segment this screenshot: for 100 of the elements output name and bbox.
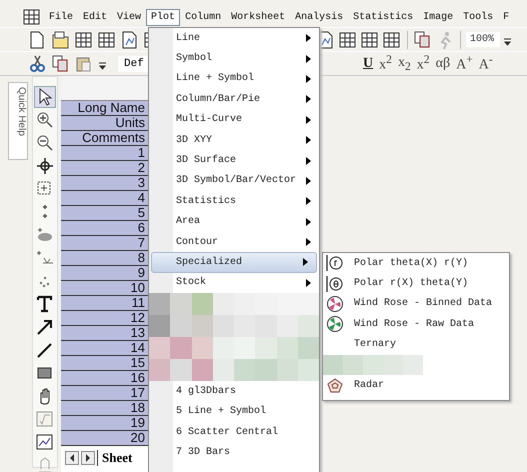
row-header: 7 xyxy=(61,236,151,251)
submenu-arrow-icon[interactable] xyxy=(306,136,311,144)
menu-item[interactable]: Tools xyxy=(458,8,498,26)
format-button[interactable]: A$^{+}$ xyxy=(456,53,473,74)
menu-item[interactable]: Plot xyxy=(146,8,180,26)
menu-item[interactable]: Statistics xyxy=(149,191,319,212)
row-header: Long Name xyxy=(61,101,151,116)
submenu-arrow-icon[interactable] xyxy=(306,176,311,185)
row-header: Comments xyxy=(61,131,151,146)
menu-item[interactable]: Specialized xyxy=(151,252,317,273)
polar-icon[interactable] xyxy=(326,274,344,293)
menu-item[interactable]: Edit xyxy=(78,8,112,26)
menu-item[interactable]: Column xyxy=(180,8,226,26)
row-header: 20 xyxy=(61,431,151,446)
row-header: 17 xyxy=(61,386,151,401)
zoom-box[interactable]: 100% xyxy=(466,32,500,47)
submenu-arrow-icon[interactable] xyxy=(306,156,311,165)
scroll-left-icon[interactable] xyxy=(65,451,79,465)
menu-item[interactable]: Polar r(X) theta(Y) xyxy=(323,273,509,294)
menu-item[interactable]: 6 Scatter Central xyxy=(149,422,319,442)
submenu-arrow-icon[interactable] xyxy=(306,95,311,104)
menu-item[interactable]: Stock xyxy=(149,272,319,294)
submenu-arrow-icon[interactable] xyxy=(303,258,308,266)
menu-item[interactable]: Radar xyxy=(323,375,509,396)
menu-item[interactable]: Multi-Curve xyxy=(149,110,319,130)
submenu-arrow-icon[interactable] xyxy=(306,218,311,226)
submenu-arrow-icon[interactable] xyxy=(306,278,311,287)
format-button[interactable]: x$^{2}$ xyxy=(416,53,430,74)
row-header: 18 xyxy=(61,401,151,416)
menu-item[interactable]: Column/Bar/Pie xyxy=(149,89,319,110)
submenu-arrow-icon[interactable] xyxy=(306,116,311,124)
row-header: 13 xyxy=(61,326,151,341)
grid-icon[interactable] xyxy=(338,30,358,50)
menu-item[interactable]: 3D Surface xyxy=(149,150,319,171)
menu-item[interactable]: View xyxy=(112,8,146,26)
arrow-icon[interactable] xyxy=(35,317,55,337)
row-header: Units xyxy=(61,116,151,131)
menu-item[interactable]: Image xyxy=(418,8,458,26)
row-header: 10 xyxy=(61,281,151,296)
menu-item[interactable]: Wind Rose - Binned Data xyxy=(323,294,509,314)
row-header: 9 xyxy=(61,266,151,281)
submenu-arrow-icon[interactable] xyxy=(306,238,311,246)
wind-rose-icon[interactable] xyxy=(326,294,344,313)
row-header: 19 xyxy=(61,416,151,431)
menu-item[interactable]: File xyxy=(44,8,78,26)
grid-icon[interactable] xyxy=(74,30,94,50)
submenu-arrow-icon[interactable] xyxy=(306,197,311,206)
row-header: 11 xyxy=(61,296,151,311)
row-header: 15 xyxy=(61,356,151,371)
menu-item[interactable]: Line xyxy=(149,28,319,48)
menu-item[interactable]: 5 Line + Symbol xyxy=(149,401,319,422)
row-header: 8 xyxy=(61,251,151,266)
row-header: 3 xyxy=(61,176,151,191)
radar-icon[interactable] xyxy=(326,376,344,395)
graph-icon[interactable] xyxy=(35,432,55,452)
menu-item[interactable]: 7 3D Bars xyxy=(149,442,319,463)
wind-rose-icon[interactable] xyxy=(326,315,344,334)
grid-icon[interactable] xyxy=(22,7,42,27)
menu-item[interactable]: 3D XYY xyxy=(149,130,319,150)
format-button[interactable]: U xyxy=(363,56,374,72)
zoom-out-icon[interactable] xyxy=(35,133,55,153)
menu-item[interactable]: F xyxy=(498,8,514,26)
row-header: 4 xyxy=(61,191,151,206)
menu-item[interactable]: Ternary xyxy=(323,334,509,355)
format-button[interactable]: αβ xyxy=(436,56,450,72)
scissors-icon[interactable] xyxy=(28,54,48,74)
grid-icon[interactable] xyxy=(97,30,117,50)
menu-item[interactable]: Analysis xyxy=(290,8,348,26)
menu-item[interactable]: Wind Rose - Raw Data xyxy=(323,314,509,335)
row-header: 2 xyxy=(61,161,151,176)
crosshair-icon[interactable] xyxy=(35,156,55,176)
folder-icon[interactable] xyxy=(51,30,71,50)
menu-item[interactable]: 3D Symbol/Bar/Vector xyxy=(149,170,319,192)
row-header: 14 xyxy=(61,341,151,356)
row-header: 1 xyxy=(61,146,151,161)
quick-help-tab[interactable]: Quick Help xyxy=(8,82,28,160)
menu-item[interactable]: Line + Symbol xyxy=(149,68,319,90)
menu-item[interactable]: Polar theta(X) r(Y) xyxy=(323,253,509,274)
text-tool-icon[interactable] xyxy=(35,294,55,314)
row-header: 5 xyxy=(61,206,151,221)
submenu-arrow-icon[interactable] xyxy=(306,54,311,63)
menu-item[interactable]: Contour xyxy=(149,232,319,252)
grid-icon[interactable] xyxy=(382,30,402,50)
polar-icon[interactable] xyxy=(326,254,344,272)
submenu-arrow-icon[interactable] xyxy=(306,74,311,83)
menu-item[interactable]: Worksheet xyxy=(226,8,290,26)
format-button[interactable]: x$^{2}$ xyxy=(379,53,392,74)
menu-item[interactable]: Area xyxy=(149,212,319,232)
format-button[interactable]: A$^{-}$ xyxy=(478,53,493,74)
grid-icon[interactable] xyxy=(360,30,380,50)
row-header: 6 xyxy=(61,221,151,236)
scroll-right-icon[interactable] xyxy=(81,451,95,465)
pointer-icon[interactable] xyxy=(35,87,55,107)
menu-item[interactable]: Statistics xyxy=(348,8,418,26)
submenu-arrow-icon[interactable] xyxy=(306,34,311,42)
format-button[interactable]: x$_{2}$ xyxy=(398,54,411,72)
row-header: 16 xyxy=(61,371,151,386)
zoom-in-icon[interactable] xyxy=(35,110,55,130)
menu-item[interactable]: 4 gl3Dbars xyxy=(149,381,319,402)
row-header: 12 xyxy=(61,311,151,326)
